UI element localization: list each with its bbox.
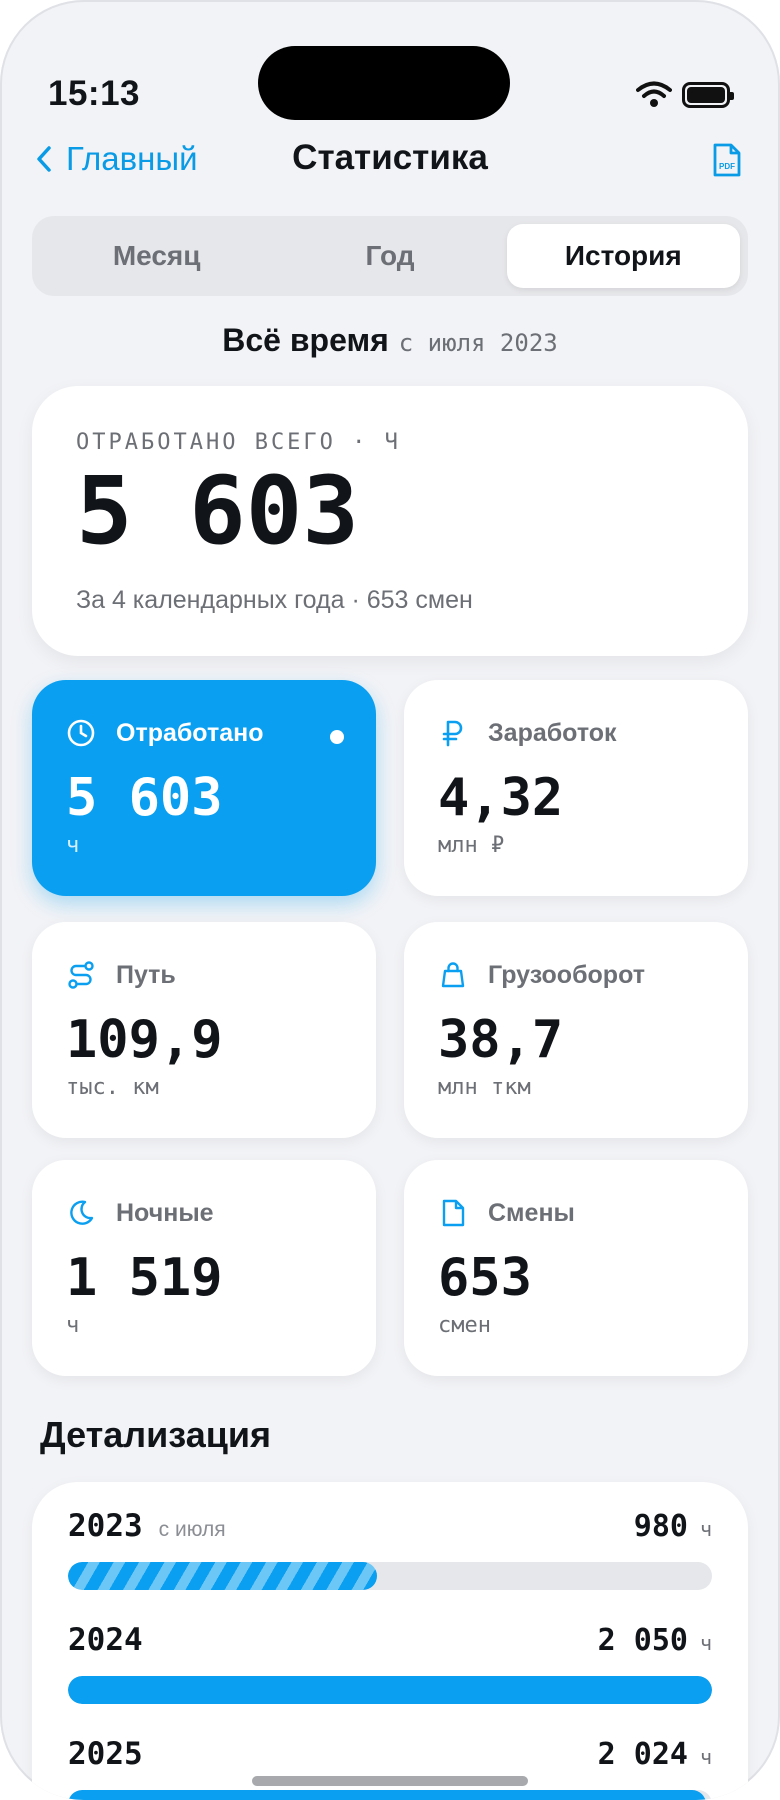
summary-label: ОТРАБОТАНО ВСЕГО · Ч — [76, 430, 401, 455]
page-title: Статистика — [292, 138, 488, 177]
progress-fill — [68, 1562, 378, 1590]
card-title: Отработано — [116, 718, 264, 747]
row-unit: ч — [699, 1517, 712, 1541]
card-value: 653 — [438, 1248, 532, 1308]
card-unit: млн ₽ — [438, 833, 505, 859]
stat-card-night[interactable]: Ночные 1 519 ч — [32, 1160, 376, 1376]
ruble-icon — [442, 720, 463, 747]
pdf-icon-label: PDF — [719, 162, 735, 171]
detail-row[interactable]: 2024 2 050 ч — [68, 1622, 712, 1704]
row-hours: 2 050 — [597, 1623, 688, 1658]
stat-card-cargo[interactable]: Грузооборот 38,7 млн ткм — [404, 922, 748, 1138]
card-value: 38,7 — [438, 1010, 564, 1070]
row-unit: ч — [699, 1631, 712, 1655]
progress-fill — [68, 1676, 712, 1704]
card-unit: млн ткм — [438, 1075, 531, 1101]
summary-card: ОТРАБОТАНО ВСЕГО · Ч 5 603 За 4 календар… — [32, 386, 748, 656]
card-title: Путь — [116, 960, 176, 989]
progress-fill — [68, 1790, 706, 1800]
stat-card-earnings[interactable]: Заработок 4,32 млн ₽ — [404, 680, 748, 896]
stat-card-worked[interactable]: Отработано 5 603 ч — [32, 680, 376, 896]
stat-card-shifts[interactable]: Смены 653 смен — [404, 1160, 748, 1376]
home-indicator[interactable] — [252, 1776, 528, 1786]
dynamic-island — [258, 46, 510, 120]
summary-value: 5 603 — [76, 457, 359, 566]
card-unit: смен — [438, 1313, 491, 1339]
card-title: Ночные — [116, 1198, 214, 1227]
progress-track — [68, 1676, 712, 1704]
progress-track — [68, 1562, 712, 1590]
row-hours: 2 024 — [597, 1737, 688, 1772]
detail-row[interactable]: 2023 с июля 980 ч — [68, 1508, 712, 1590]
row-year: 2023 — [68, 1508, 143, 1544]
row-unit: ч — [699, 1745, 712, 1769]
battery-icon — [682, 82, 734, 108]
document-icon — [442, 1199, 465, 1227]
stat-card-distance[interactable]: Путь 109,9 тыс. км — [32, 922, 376, 1138]
segment-year[interactable]: Год — [273, 224, 506, 288]
row-year: 2025 — [68, 1736, 143, 1772]
moon-icon — [70, 1200, 94, 1225]
card-unit: ч — [66, 1313, 80, 1339]
period-header: Всё время с июля 2023 — [0, 322, 780, 359]
card-value: 5 603 — [66, 768, 223, 828]
route-icon — [68, 961, 94, 989]
row-year: 2024 — [68, 1622, 143, 1658]
status-time: 15:13 — [48, 74, 141, 113]
card-value: 1 519 — [66, 1248, 223, 1308]
card-unit: тыс. км — [66, 1075, 159, 1101]
selected-indicator — [330, 730, 344, 744]
detail-row[interactable]: 2025 2 024 ч — [68, 1736, 712, 1800]
summary-subtitle: За 4 календарных года · 653 смен — [76, 585, 473, 614]
card-title: Грузооборот — [488, 960, 645, 989]
pdf-export-icon[interactable]: PDF — [712, 142, 742, 178]
card-title: Заработок — [488, 718, 617, 747]
cargo-bag-icon — [441, 962, 465, 988]
segment-month[interactable]: Месяц — [40, 224, 273, 288]
card-unit: ч — [66, 833, 80, 859]
progress-track — [68, 1790, 712, 1800]
row-hours: 980 — [633, 1509, 688, 1544]
card-value: 4,32 — [438, 768, 564, 828]
wifi-icon — [636, 81, 672, 107]
details-card: 2023 с июля 980 ч 2024 2 050 ч 2025 2 024 ч — [32, 1482, 748, 1800]
phone-screen: 15:13 Главный Статистика PDF Месяц Год И… — [0, 0, 780, 1800]
card-title: Смены — [488, 1198, 575, 1227]
clock-icon — [67, 719, 95, 747]
card-value: 109,9 — [66, 1010, 223, 1070]
details-title: Детализация — [40, 1414, 271, 1455]
segment-history[interactable]: История — [506, 224, 740, 288]
row-note: с июля — [158, 1518, 226, 1541]
period-since: с июля 2023 — [398, 329, 558, 357]
period-segmented-control: Месяц Год История — [32, 216, 748, 296]
period-title: Всё время — [222, 322, 389, 358]
